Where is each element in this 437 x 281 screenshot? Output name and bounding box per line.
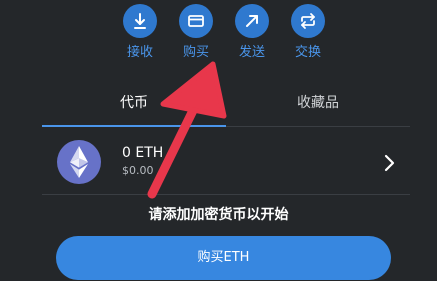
- empty-state-prompt: 请添加加密货币以开始: [148, 207, 289, 223]
- send-icon: [235, 4, 269, 38]
- receive-button[interactable]: 接收: [110, 0, 170, 70]
- send-button[interactable]: 发送: [222, 0, 282, 70]
- buy-label: 购买: [182, 45, 209, 60]
- active-tab-indicator: [42, 125, 226, 127]
- tab-tokens[interactable]: 代币: [42, 88, 226, 126]
- asset-balance: 0 ETH: [122, 145, 164, 161]
- wallet-screen: 接收 购买 发送 交换 代币 收藏品 0 ETH $0.00 请添加加密货币以开…: [0, 0, 437, 281]
- receive-icon: [123, 4, 157, 38]
- asset-tabs: 代币 收藏品: [42, 88, 410, 128]
- chevron-right-icon: [384, 154, 395, 172]
- tab-collectibles[interactable]: 收藏品: [226, 88, 410, 126]
- send-label: 发送: [238, 45, 265, 60]
- buy-button[interactable]: 购买: [166, 0, 226, 70]
- buy-eth-button[interactable]: 购买ETH: [56, 236, 391, 280]
- eth-asset-row[interactable]: 0 ETH $0.00: [42, 128, 410, 195]
- swap-label: 交换: [294, 45, 321, 60]
- ethereum-icon: [57, 140, 101, 184]
- action-bar: 接收 购买 发送 交换: [0, 0, 437, 70]
- swap-button[interactable]: 交换: [278, 0, 338, 70]
- swap-icon: [291, 4, 325, 38]
- buy-card-icon: [179, 4, 213, 38]
- receive-label: 接收: [126, 45, 153, 60]
- asset-fiat-value: $0.00: [122, 164, 154, 177]
